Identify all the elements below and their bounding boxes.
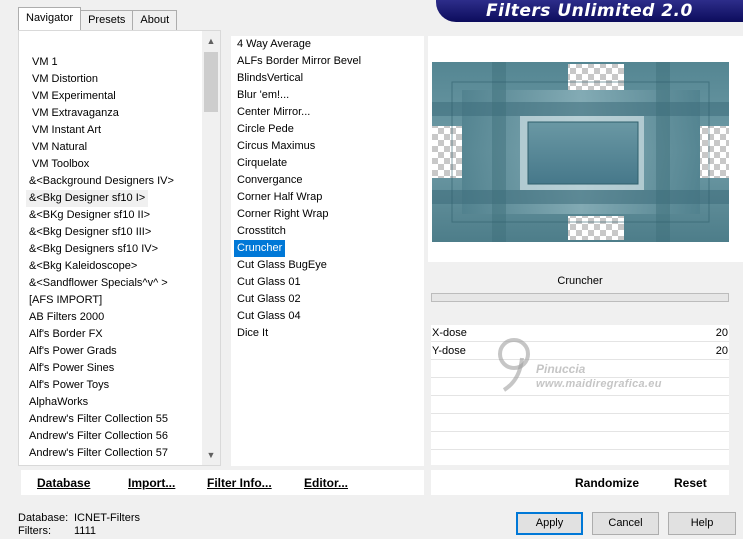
watermark-logo-icon	[498, 338, 530, 392]
reset-button[interactable]: Reset	[674, 476, 707, 490]
filter-list-item[interactable]: Cruncher	[234, 240, 286, 257]
param-label: Y-dose	[432, 345, 466, 357]
category-list-item[interactable]: &<Background Designers IV>	[26, 173, 177, 190]
database-button[interactable]: Database	[37, 476, 90, 490]
database-value: ICNET-Filters	[74, 512, 140, 524]
tab-about[interactable]: About	[132, 10, 178, 30]
category-list-item[interactable]: Alf's Power Sines	[26, 360, 117, 377]
category-list-item[interactable]: VM Distortion	[29, 71, 101, 88]
filters-count-label: Filters:	[18, 525, 51, 537]
editor-button[interactable]: Editor...	[304, 476, 348, 490]
scroll-up-icon[interactable]: ▲	[202, 33, 220, 50]
filter-info-button[interactable]: Filter Info...	[207, 476, 272, 490]
left-button-bar: Database Import... Filter Info... Editor…	[21, 470, 424, 495]
filter-list-item[interactable]: Cirquelate	[234, 155, 290, 172]
tab-strip: Navigator Presets About	[18, 7, 178, 30]
param-value[interactable]: 20	[716, 327, 728, 339]
category-list-item[interactable]: Alf's Border FX	[26, 326, 106, 343]
category-list-item[interactable]: VM Toolbox	[29, 156, 92, 173]
filter-list-item[interactable]: Circle Pede	[234, 121, 297, 138]
filter-list-item[interactable]: Center Mirror...	[234, 104, 313, 121]
category-list-panel: VM 1 VM Distortion VM Experimental VM Extra…	[18, 30, 221, 466]
filter-list-item[interactable]: 4 Way Average	[234, 36, 314, 53]
tab-navigator[interactable]: Navigator	[18, 7, 82, 30]
category-list-item[interactable]: &<Bkg Designer sf10 I>	[26, 190, 149, 207]
param-value[interactable]: 20	[716, 345, 728, 357]
category-list-item[interactable]: Andrew's Filter Collection 55	[26, 411, 171, 428]
category-list-item[interactable]: &<Bkg Kaleidoscope>	[26, 258, 140, 275]
param-row-empty	[431, 433, 729, 450]
cancel-button[interactable]: Cancel	[592, 512, 659, 535]
filter-list-item[interactable]: Cut Glass 02	[234, 291, 304, 308]
category-list-item[interactable]: Andrew's Filter Collection 56	[26, 428, 171, 445]
filter-list-item[interactable]: Corner Right Wrap	[234, 206, 332, 223]
help-button[interactable]: Help	[668, 512, 736, 535]
app-title-banner: Filters Unlimited 2.0	[436, 0, 743, 22]
param-label: X-dose	[432, 327, 467, 339]
category-list-item[interactable]: &<Bkg Designers sf10 IV>	[26, 241, 161, 258]
param-row-empty	[431, 397, 729, 414]
category-list-item[interactable]: &<Bkg Designer sf10 III>	[26, 224, 154, 241]
param-row-empty	[431, 415, 729, 432]
filter-list-item[interactable]: BlindsVertical	[234, 70, 306, 87]
import-button[interactable]: Import...	[128, 476, 175, 490]
filter-list-item[interactable]: Crosstitch	[234, 223, 289, 240]
filter-list-item[interactable]: Cut Glass 01	[234, 274, 304, 291]
database-label: Database:	[18, 512, 69, 524]
category-list-item[interactable]: VM Extravaganza	[29, 105, 122, 122]
category-list-item[interactable]: [AFS IMPORT]	[26, 292, 105, 309]
filter-list-item[interactable]: Cut Glass 04	[234, 308, 304, 325]
watermark-url: www.maidiregrafica.eu	[536, 378, 662, 390]
filter-list-item[interactable]: Circus Maximus	[234, 138, 318, 155]
right-button-bar: Randomize Reset	[431, 470, 729, 495]
category-list-item[interactable]: Andrew's Filter Collection 57	[26, 445, 171, 462]
category-list-item[interactable]: &<Sandflower Specials^v^ >	[26, 275, 171, 292]
category-list[interactable]: VM 1 VM Distortion VM Experimental VM Extra…	[19, 31, 203, 465]
filter-list-item[interactable]: Dice It	[234, 325, 271, 342]
category-list-item[interactable]: VM Instant Art	[29, 122, 104, 139]
filter-list-item[interactable]: Corner Half Wrap	[234, 189, 325, 206]
filter-list-item[interactable]: ALFs Border Mirror Bevel	[234, 53, 364, 70]
preview-image	[432, 62, 729, 242]
category-list-item[interactable]: &<BKg Designer sf10 II>	[26, 207, 153, 224]
watermark-name: Pinuccia	[536, 362, 586, 376]
filters-count-value: 1111	[74, 525, 97, 537]
category-list-item[interactable]: AlphaWorks	[26, 394, 91, 411]
category-list-item[interactable]: VM 1	[29, 54, 61, 71]
watermark: Pinuccia www.maidiregrafica.eu	[492, 336, 702, 398]
filter-list[interactable]: 4 Way Average ALFs Border Mirror Bevel Bli…	[231, 36, 424, 466]
scroll-thumb[interactable]	[204, 52, 218, 112]
category-list-item[interactable]: VM Natural	[29, 139, 90, 156]
selected-filter-name: Cruncher	[431, 270, 729, 292]
category-list-item[interactable]: VM Experimental	[29, 88, 119, 105]
category-list-item[interactable]: AB Filters 2000	[26, 309, 107, 326]
category-list-item[interactable]: Alf's Power Toys	[26, 377, 112, 394]
category-list-item[interactable]: Alf's Power Grads	[26, 343, 120, 360]
category-scrollbar[interactable]: ▲ ▼	[202, 31, 220, 465]
tab-presets[interactable]: Presets	[80, 10, 134, 30]
scroll-down-icon[interactable]: ▼	[202, 447, 220, 464]
apply-button[interactable]: Apply	[516, 512, 583, 535]
filter-list-item[interactable]: Convergance	[234, 172, 305, 189]
randomize-button[interactable]: Randomize	[575, 476, 639, 490]
filter-list-item[interactable]: Blur 'em!...	[234, 87, 292, 104]
filter-list-item[interactable]: Cut Glass BugEye	[234, 257, 330, 274]
progress-bar	[431, 293, 729, 302]
